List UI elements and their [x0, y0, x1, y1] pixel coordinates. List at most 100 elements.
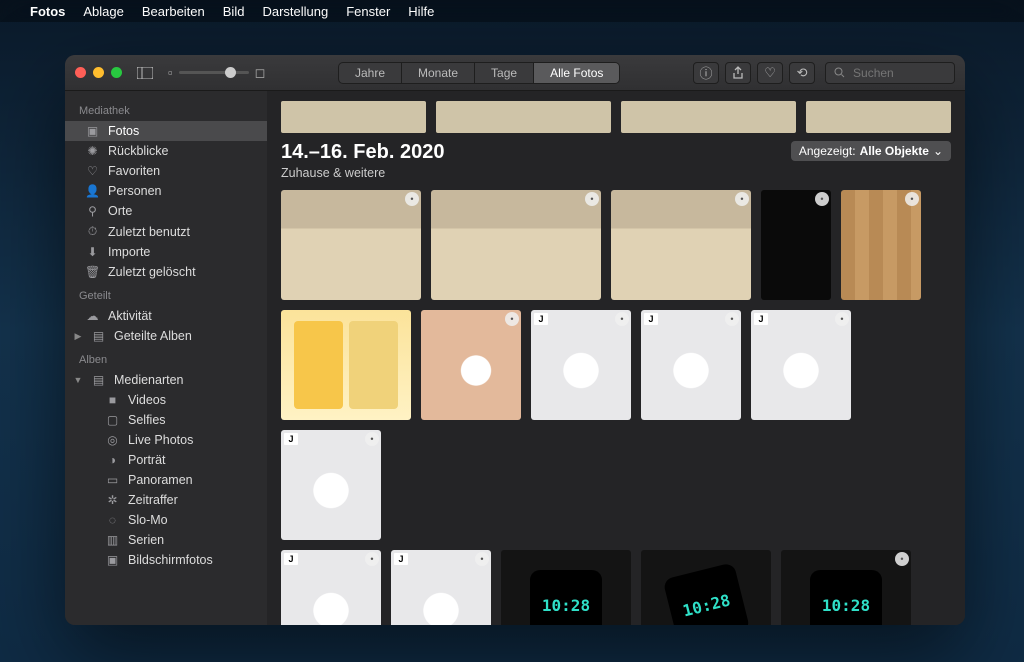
photo-thumbnail[interactable]: • — [841, 190, 921, 300]
rotate-button[interactable]: ⟲ — [789, 62, 815, 84]
sidebar-section-title: Geteilt — [65, 282, 267, 306]
photo-thumbnail[interactable]: •J — [391, 550, 491, 625]
photo-thumbnail[interactable]: 10:28 — [641, 550, 771, 625]
photo-thumbnail[interactable]: •J — [281, 550, 381, 625]
display-filter-label: Angezeigt: — [799, 144, 856, 158]
referenced-badge-icon: • — [615, 312, 629, 326]
sidebar-item[interactable]: ◑Porträt — [65, 450, 267, 470]
photo-thumbnail[interactable]: • — [761, 190, 831, 300]
thumb-sliver[interactable] — [806, 101, 951, 133]
sidebar-item[interactable]: ☁Aktivität — [65, 306, 267, 326]
photo-thumbnail[interactable]: •J — [751, 310, 851, 420]
referenced-badge-icon: • — [405, 192, 419, 206]
video-icon: ■ — [105, 393, 120, 407]
referenced-badge-icon: • — [505, 312, 519, 326]
menu-file[interactable]: Ablage — [83, 4, 123, 19]
search-input[interactable] — [851, 65, 946, 81]
photo-thumbnail[interactable]: •J — [281, 430, 381, 540]
fullscreen-button[interactable] — [111, 67, 122, 78]
sidebar-item[interactable]: ⬇Importe — [65, 242, 267, 262]
photo-thumbnail[interactable]: • — [611, 190, 751, 300]
sidebar-section-title: Mediathek — [65, 97, 267, 121]
thumbnail-zoom-slider[interactable]: ▫ ◻ — [168, 65, 265, 81]
sidebar-item[interactable]: ▣ Fotos — [65, 121, 267, 141]
menu-window[interactable]: Fenster — [346, 4, 390, 19]
sidebar: Mediathek ▣ Fotos ✺Rückblicke♡Favoriten👤Per… — [65, 91, 267, 625]
sidebar-item[interactable]: ✲Zeitraffer — [65, 490, 267, 510]
photo-thumbnail[interactable]: •J — [531, 310, 631, 420]
sidebar-item[interactable]: ▢ Selfies — [65, 410, 267, 430]
format-badge: J — [754, 313, 768, 325]
sidebar-item[interactable]: ▣Bildschirmfotos — [65, 550, 267, 570]
referenced-badge-icon: • — [475, 552, 489, 566]
sidebar-item[interactable]: 👤Personen — [65, 181, 267, 201]
referenced-badge-icon: • — [905, 192, 919, 206]
favorite-button[interactable]: ♡ — [757, 62, 783, 84]
sidebar-item[interactable]: ◎Live Photos — [65, 430, 267, 450]
referenced-badge-icon: • — [365, 432, 379, 446]
view-segmented-control: Jahre Monate Tage Alle Fotos — [338, 62, 620, 84]
thumb-sliver[interactable] — [621, 101, 796, 133]
menu-view[interactable]: Darstellung — [262, 4, 328, 19]
photo-thumbnail[interactable]: • — [431, 190, 601, 300]
sidebar-item[interactable]: ▼▤Medienarten — [65, 370, 267, 390]
app-menu[interactable]: Fotos — [30, 4, 65, 19]
close-button[interactable] — [75, 67, 86, 78]
burst-icon: ▥ — [105, 533, 120, 547]
share-button[interactable] — [725, 62, 751, 84]
pin-icon: ⚲ — [85, 204, 100, 218]
photo-thumbnail[interactable]: •J — [641, 310, 741, 420]
segment-all-photos[interactable]: Alle Fotos — [534, 63, 619, 83]
content-area: 14.–16. Feb. 2020 Zuhause & weitere Ange… — [267, 91, 965, 625]
photo-thumbnail[interactable]: • — [281, 190, 421, 300]
sidebar-item[interactable]: ▶▤Geteilte Alben — [65, 326, 267, 346]
info-button[interactable]: ⓘ — [693, 62, 719, 84]
menu-help[interactable]: Hilfe — [408, 4, 434, 19]
segment-years[interactable]: Jahre — [339, 63, 402, 83]
photos-window: ▫ ◻ Jahre Monate Tage Alle Fotos ⓘ ♡ ⟲ — [65, 55, 965, 625]
photo-thumbnail[interactable]: • — [421, 310, 521, 420]
recent-icon: ⏱ — [85, 224, 100, 239]
sidebar-item-label: Slo-Mo — [128, 513, 168, 527]
disclosure-triangle-icon[interactable]: ▼ — [73, 375, 83, 385]
format-badge: J — [534, 313, 548, 325]
photos-icon: ▣ — [85, 124, 100, 138]
sidebar-item[interactable]: ▥ Serien — [65, 530, 267, 550]
photo-thumbnail[interactable] — [281, 310, 411, 420]
sidebar-item[interactable]: 🗑Zuletzt gelöscht — [65, 262, 267, 282]
panorama-icon: ▭ — [105, 473, 120, 487]
sidebar-item-label: Selfies — [128, 413, 166, 427]
heart-icon: ♡ — [85, 164, 100, 178]
sidebar-item[interactable]: ◌Slo-Mo — [65, 510, 267, 530]
segment-days[interactable]: Tage — [475, 63, 534, 83]
referenced-badge-icon: • — [895, 552, 909, 566]
sidebar-item-label: Videos — [128, 393, 166, 407]
referenced-badge-icon: • — [725, 312, 739, 326]
sidebar-item-label: Fotos — [108, 124, 139, 138]
sidebar-item[interactable]: ⏱Zuletzt benutzt — [65, 221, 267, 242]
sidebar-item[interactable]: ♡Favoriten — [65, 161, 267, 181]
menu-image[interactable]: Bild — [223, 4, 245, 19]
photo-thumbnail[interactable]: 10:28• — [781, 550, 911, 625]
sidebar-item-label: Serien — [128, 533, 164, 547]
search-field[interactable] — [825, 62, 955, 84]
sidebar-item[interactable]: ✺Rückblicke — [65, 141, 267, 161]
segment-months[interactable]: Monate — [402, 63, 475, 83]
thumb-sliver[interactable] — [436, 101, 611, 133]
menu-edit[interactable]: Bearbeiten — [142, 4, 205, 19]
sidebar-item[interactable]: ■ Videos — [65, 390, 267, 410]
minimize-button[interactable] — [93, 67, 104, 78]
photo-thumbnail[interactable]: 10:28 — [501, 550, 631, 625]
thumb-sliver[interactable] — [281, 101, 426, 133]
display-filter-button[interactable]: Angezeigt: Alle Objekte ⌄ — [791, 141, 951, 161]
portrait-icon: ◑ — [105, 453, 120, 467]
disclosure-triangle-icon[interactable]: ▶ — [73, 331, 83, 342]
selfie-icon: ▢ — [105, 413, 120, 427]
sidebar-item[interactable]: ⚲Orte — [65, 201, 267, 221]
format-badge: J — [284, 553, 298, 565]
sidebar-section-title: Alben — [65, 346, 267, 370]
location-subtitle: Zuhause & weitere — [281, 166, 444, 180]
sidebar-toggle-button[interactable] — [132, 62, 158, 84]
sidebar-item[interactable]: ▭Panoramen — [65, 470, 267, 490]
person-icon: 👤 — [85, 184, 100, 198]
